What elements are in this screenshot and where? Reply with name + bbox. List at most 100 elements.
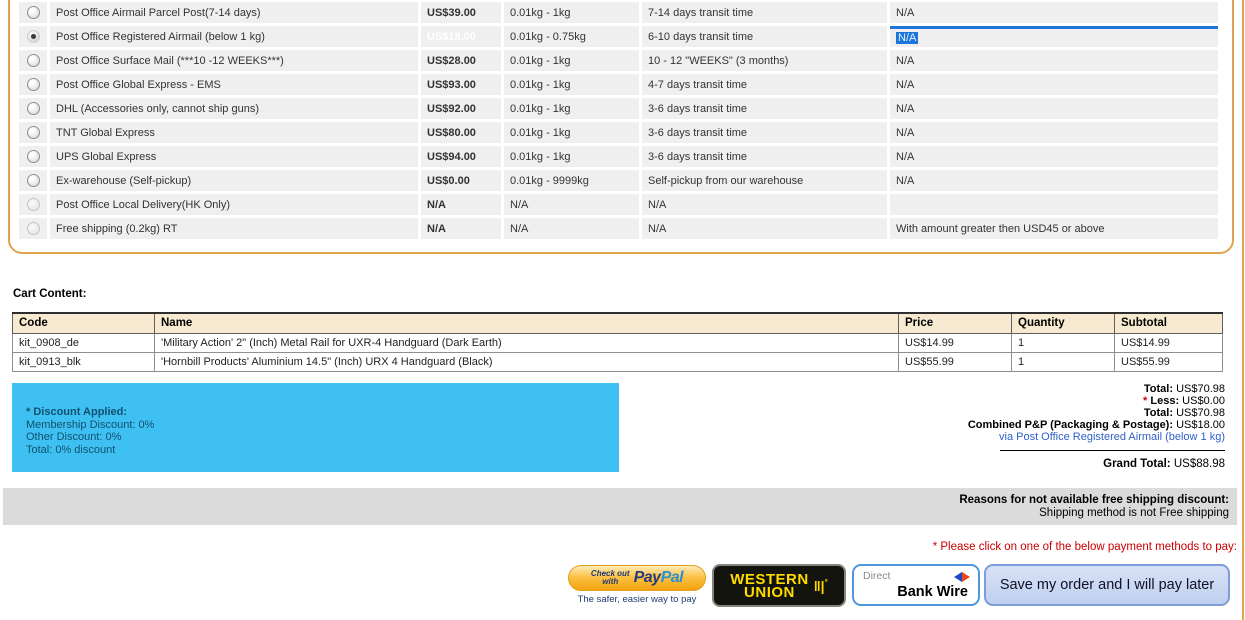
shipping-name: Post Office Local Delivery(HK Only) (50, 194, 418, 215)
grand-total-label: Grand Total: (1103, 458, 1171, 470)
shipping-weight: 0.01kg - 1kg (504, 122, 639, 143)
bank-wire-label: Bank Wire (897, 584, 968, 600)
cart-cell: 'Military Action' 2" (Inch) Metal Rail f… (155, 333, 899, 352)
paypal-checkout-button[interactable]: Check outwith PayPal (568, 565, 706, 591)
shipping-transit: 10 - 12 "WEEKS" (3 months) (642, 50, 887, 71)
shipping-price: N/A (421, 218, 501, 239)
cart-cell: 1 (1012, 352, 1115, 371)
totals-line: * Less: US$0.00 (968, 395, 1225, 407)
shipping-method-radio[interactable] (27, 198, 40, 211)
shipping-method-radio[interactable] (27, 6, 40, 19)
shipping-note: N/A (890, 50, 1218, 71)
bank-wire-diamond-icon (954, 572, 970, 582)
shipping-transit: Self-pickup from our warehouse (642, 170, 887, 191)
shipping-radio-cell (19, 98, 47, 119)
discount-line: Membership Discount: 0% (26, 419, 619, 432)
free-shipping-notice-title: Reasons for not available free shipping … (3, 494, 1229, 507)
shipping-radio-cell (19, 26, 47, 47)
cart-column-header: Price (899, 313, 1012, 333)
cart-cell: US$14.99 (899, 333, 1012, 352)
discount-line: Total: 0% discount (26, 444, 619, 457)
discount-lines: Membership Discount: 0%Other Discount: 0… (26, 419, 619, 457)
shipping-radio-cell (19, 122, 47, 143)
discount-title: * Discount Applied: (26, 406, 619, 419)
shipping-row[interactable]: DHL (Accessories only, cannot ship guns)… (19, 98, 1218, 119)
shipping-price: US$93.00 (421, 74, 501, 95)
shipping-weight: 0.01kg - 9999kg (504, 170, 639, 191)
shipping-note: N/A (890, 2, 1218, 23)
shipping-row[interactable]: Post Office Surface Mail (***10 -12 WEEK… (19, 50, 1218, 71)
order-totals: Total: US$70.98* Less: US$0.00Total: US$… (968, 383, 1225, 470)
shipping-transit: 3-6 days transit time (642, 146, 887, 167)
shipping-row[interactable]: Ex-warehouse (Self-pickup)US$0.000.01kg … (19, 170, 1218, 191)
western-union-button[interactable]: WESTERN UNION ‖|° (712, 564, 846, 607)
shipping-method-radio[interactable] (27, 126, 40, 139)
direct-bank-wire-button[interactable]: Direct Bank Wire (852, 564, 980, 606)
cart-item-row: kit_0908_de'Military Action' 2" (Inch) M… (13, 333, 1223, 352)
shipping-name: Ex-warehouse (Self-pickup) (50, 170, 418, 191)
shipping-transit: 7-14 days transit time (642, 2, 887, 23)
shipping-method-radio[interactable] (27, 174, 40, 187)
shipping-row[interactable]: Post Office Airmail Parcel Post(7-14 day… (19, 2, 1218, 23)
shipping-method-radio[interactable] (27, 102, 40, 115)
shipping-row[interactable]: Post Office Global Express - EMSUS$93.00… (19, 74, 1218, 95)
western-union-logo: WESTERN UNION (730, 573, 809, 599)
shipping-method-radio[interactable] (27, 78, 40, 91)
shipping-price: US$39.00 (421, 2, 501, 23)
payment-instruction-note: * Please click on one of the below payme… (933, 541, 1237, 553)
cart-cell: kit_0908_de (13, 333, 155, 352)
totals-lines: Total: US$70.98* Less: US$0.00Total: US$… (968, 383, 1225, 443)
shipping-name: Post Office Surface Mail (***10 -12 WEEK… (50, 50, 418, 71)
shipping-weight: 0.01kg - 0.75kg (504, 26, 639, 47)
shipping-note: N/A (890, 122, 1218, 143)
shipping-note: N/A (890, 98, 1218, 119)
cart-table: CodeNamePriceQuantitySubtotal kit_0908_d… (12, 312, 1223, 372)
cart-rows: kit_0908_de'Military Action' 2" (Inch) M… (13, 333, 1223, 371)
shipping-method-radio[interactable] (27, 30, 40, 43)
shipping-price: US$18.00 (421, 26, 501, 47)
shipping-weight: 0.01kg - 1kg (504, 98, 639, 119)
free-shipping-notice-reason: Shipping method is not Free shipping (3, 507, 1229, 520)
shipping-transit: N/A (642, 194, 887, 215)
shipping-weight: 0.01kg - 1kg (504, 50, 639, 71)
totals-shipping-method-link[interactable]: via Post Office Registered Airmail (belo… (968, 431, 1225, 443)
shipping-row[interactable]: UPS Global ExpressUS$94.000.01kg - 1kg3-… (19, 146, 1218, 167)
shipping-name: UPS Global Express (50, 146, 418, 167)
shipping-row[interactable]: TNT Global ExpressUS$80.000.01kg - 1kg3-… (19, 122, 1218, 143)
shipping-row[interactable]: Free shipping (0.2kg) RTN/AN/AN/AWith am… (19, 218, 1218, 239)
discount-applied-box: * Discount Applied: Membership Discount:… (12, 383, 619, 472)
cart-column-header: Subtotal (1115, 313, 1223, 333)
cart-content-label: Cart Content: (13, 288, 86, 300)
shipping-note: N/A (890, 74, 1218, 95)
shipping-weight: N/A (504, 218, 639, 239)
cart-column-header: Code (13, 313, 155, 333)
western-union-mark-icon: ‖|° (814, 578, 828, 594)
shipping-options-table: Post Office Airmail Parcel Post(7-14 day… (16, 0, 1221, 242)
cart-cell: 'Hornbill Products' Aluminium 14.5" (Inc… (155, 352, 899, 371)
shipping-row[interactable]: Post Office Local Delivery(HK Only)N/AN/… (19, 194, 1218, 215)
shipping-weight: 0.01kg - 1kg (504, 146, 639, 167)
shipping-note: With amount greater then USD45 or above (890, 218, 1218, 239)
discount-line: Other Discount: 0% (26, 431, 619, 444)
shipping-price: N/A (421, 194, 501, 215)
save-order-pay-later-button[interactable]: Save my order and I will pay later (984, 564, 1230, 606)
shipping-rows: Post Office Airmail Parcel Post(7-14 day… (19, 2, 1218, 239)
grand-total-value: US$88.98 (1174, 458, 1225, 470)
shipping-name: DHL (Accessories only, cannot ship guns) (50, 98, 418, 119)
cart-header-row: CodeNamePriceQuantitySubtotal (13, 313, 1223, 333)
paypal-checkout-block: Check outwith PayPal The safer, easier w… (568, 565, 706, 605)
shipping-radio-cell (19, 194, 47, 215)
shipping-method-radio[interactable] (27, 54, 40, 67)
shipping-method-radio[interactable] (27, 222, 40, 235)
cart-column-header: Name (155, 313, 899, 333)
cart-cell: 1 (1012, 333, 1115, 352)
shipping-weight: 0.01kg - 1kg (504, 74, 639, 95)
shipping-row[interactable]: Post Office Registered Airmail (below 1 … (19, 26, 1218, 47)
shipping-radio-cell (19, 146, 47, 167)
shipping-name: Post Office Global Express - EMS (50, 74, 418, 95)
cart-cell: US$55.99 (1115, 352, 1223, 371)
shipping-method-radio[interactable] (27, 150, 40, 163)
totals-line: Total: US$70.98 (968, 407, 1225, 419)
shipping-radio-cell (19, 170, 47, 191)
paypal-logo: PayPal (634, 569, 683, 587)
